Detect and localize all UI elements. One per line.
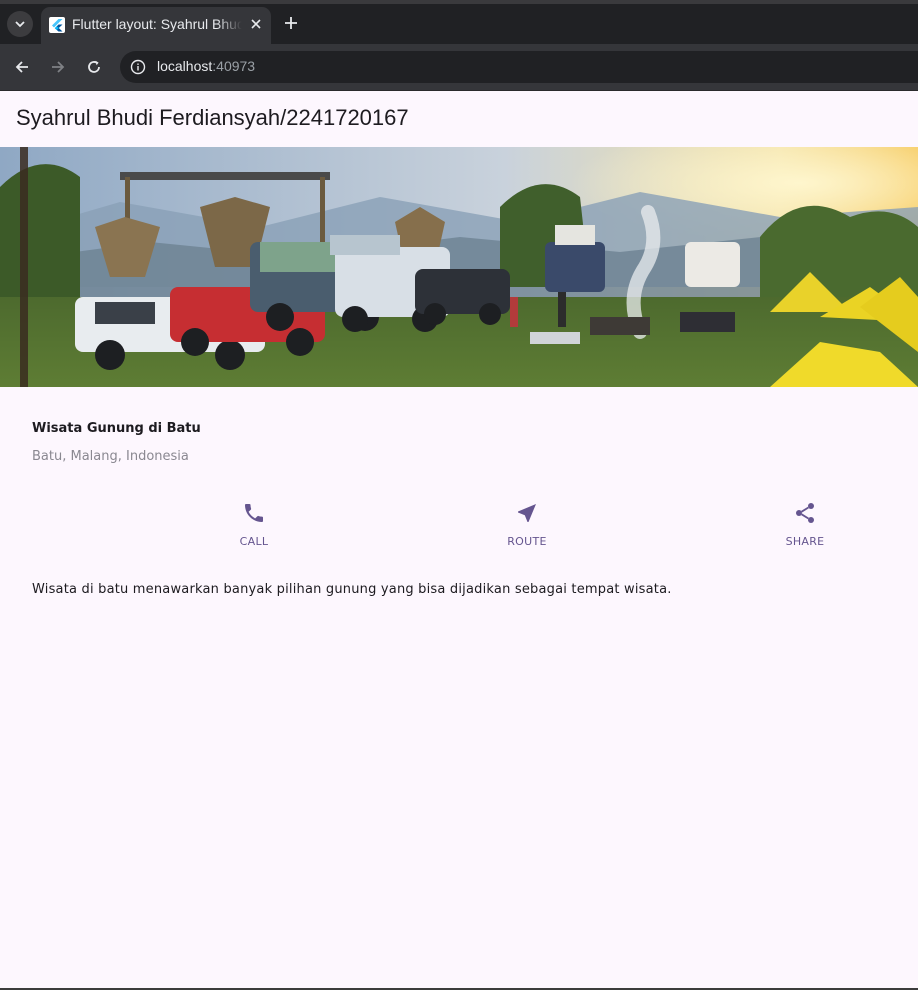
browser-tab[interactable]: Flutter layout: Syahrul Bhudi Ferdiansya… (41, 7, 271, 44)
arrow-left-icon (15, 61, 28, 73)
hero-image (0, 147, 918, 387)
browser-tab-bar: Flutter layout: Syahrul Bhudi Ferdiansya… (0, 0, 918, 44)
reload-icon (88, 60, 100, 73)
app-bar: Syahrul Bhudi Ferdiansyah/2241720167 (0, 91, 918, 147)
place-location: Batu, Malang, Indonesia (32, 449, 189, 464)
reload-button[interactable] (83, 56, 105, 78)
share-button[interactable]: SHARE (765, 501, 845, 548)
share-icon (796, 503, 814, 523)
share-label: SHARE (785, 535, 825, 548)
call-label: CALL (239, 535, 269, 548)
address-bar[interactable]: localhost:40973 (120, 51, 918, 83)
description-text: Wisata di batu menawarkan banyak pilihan… (32, 582, 672, 597)
tab-title: Flutter layout: Syahrul Bhudi Ferdiansya… (72, 16, 242, 32)
plus-icon (285, 17, 297, 29)
tab-search-button[interactable] (7, 11, 33, 37)
url-host: localhost (157, 58, 213, 74)
call-button[interactable]: CALL (214, 501, 294, 548)
site-info-icon[interactable] (130, 59, 146, 75)
close-icon (251, 19, 261, 29)
app-body: Syahrul Bhudi Ferdiansyah/2241720167 Wis… (0, 91, 918, 990)
tab-close-button[interactable] (248, 16, 264, 32)
phone-icon (245, 504, 263, 522)
chevron-down-icon (15, 21, 25, 28)
tab-strip-edge (0, 0, 918, 4)
route-label: ROUTE (507, 535, 547, 548)
browser-toolbar: localhost:40973 (0, 44, 918, 91)
arrow-right-icon (52, 61, 65, 73)
near-me-icon (518, 504, 536, 522)
title-section: Wisata Gunung di Batu Batu, Malang, Indo… (32, 421, 201, 464)
flutter-favicon-icon (49, 17, 65, 33)
url-text: localhost:40973 (157, 58, 255, 74)
url-port: :40973 (212, 58, 256, 74)
route-button[interactable]: ROUTE (487, 501, 567, 548)
place-name: Wisata Gunung di Batu (32, 421, 201, 436)
page-title: Syahrul Bhudi Ferdiansyah/2241720167 (16, 105, 409, 130)
forward-button[interactable] (47, 56, 69, 78)
new-tab-button[interactable] (282, 14, 300, 32)
back-button[interactable] (11, 56, 33, 78)
